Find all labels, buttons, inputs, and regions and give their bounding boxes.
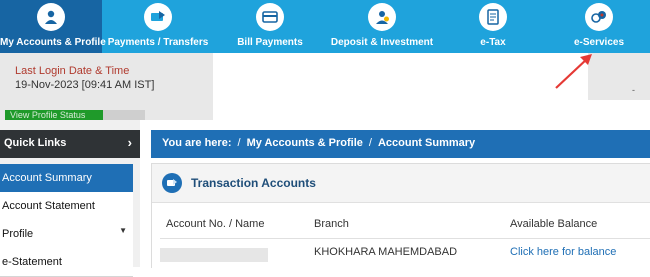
check-balance-link[interactable]: Click here for balance [510,246,616,258]
nav-payments-transfers[interactable]: Payments / Transfers [102,0,214,53]
sidebar-item-label: Account Statement [2,200,95,212]
quick-links-label: Quick Links [4,137,67,149]
money-transfer-icon [144,3,172,31]
breadcrumb-separator: / [368,137,372,149]
last-login-title: Last Login Date & Time [15,65,130,77]
nav-deposit-investment[interactable]: Deposit & Investment [326,0,438,53]
view-profile-status-label: View Profile Status [10,110,86,120]
panel-header: Transaction Accounts [152,164,650,203]
sidebar-item-profile[interactable]: Profile ▼ [0,220,133,249]
breadcrumb-item-my-accounts[interactable]: My Accounts & Profile [247,137,363,149]
table-cell-branch: KHOKHARA MAHEMDABAD [314,246,458,258]
column-header-balance: Available Balance [510,218,598,230]
transaction-accounts-panel: Transaction Accounts Account No. / Name … [151,163,650,268]
sidebar-item-label: Account Summary [2,172,92,184]
header-divider [160,238,650,239]
top-navigation: My Accounts & Profile Payments / Transfe… [0,0,650,53]
breadcrumb-prefix: You are here: [162,137,232,149]
sidebar-item-e-statement[interactable]: e-Statement [0,248,133,277]
column-header-branch: Branch [314,218,349,230]
user-icon [37,3,65,31]
nav-label: Payments / Transfers [107,37,209,48]
e-services-icon [585,3,613,31]
nav-label: My Accounts & Profile [0,37,106,48]
red-arrow-icon [555,54,592,89]
chevron-right-icon: › [127,135,132,150]
nav-label: e-Services [573,37,625,48]
transaction-icon [162,173,182,193]
breadcrumb-item-account-summary: Account Summary [377,137,476,149]
last-login-panel: Last Login Date & Time 19-Nov-2023 [09:4… [0,53,213,120]
tax-document-icon [479,3,507,31]
bill-card-icon [256,3,284,31]
nav-bill-payments[interactable]: Bill Payments [214,0,326,53]
breadcrumb-separator: / [237,137,241,149]
masked-account-number [160,248,268,262]
breadcrumb: You are here: / My Accounts & Profile / Acco… [151,130,650,158]
sidebar-item-label: Profile [2,228,34,240]
column-header-account: Account No. / Name [166,218,265,230]
view-profile-status-bar[interactable]: View Profile Status [5,110,145,120]
nav-label: e-Tax [480,37,506,48]
nav-e-services[interactable]: e-Services [548,0,650,53]
nav-my-accounts-profile[interactable]: My Accounts & Profile [0,0,106,53]
nav-label: Bill Payments [237,37,303,48]
quick-links-header[interactable]: Quick Links › [0,130,140,158]
last-login-datetime: 19-Nov-2023 [09:41 AM IST] [15,79,155,91]
sidebar-item-account-statement[interactable]: Account Statement [0,192,133,221]
nav-label: Deposit & Investment [330,37,434,48]
investment-icon [368,3,396,31]
sidebar-item-account-summary[interactable]: Account Summary [0,164,133,192]
caret-down-icon: ▼ [119,226,127,235]
banner-dash: - [632,85,635,95]
sidebar-item-label: e-Statement [2,256,62,268]
nav-e-tax[interactable]: e-Tax [438,0,548,53]
panel-title: Transaction Accounts [191,176,316,190]
